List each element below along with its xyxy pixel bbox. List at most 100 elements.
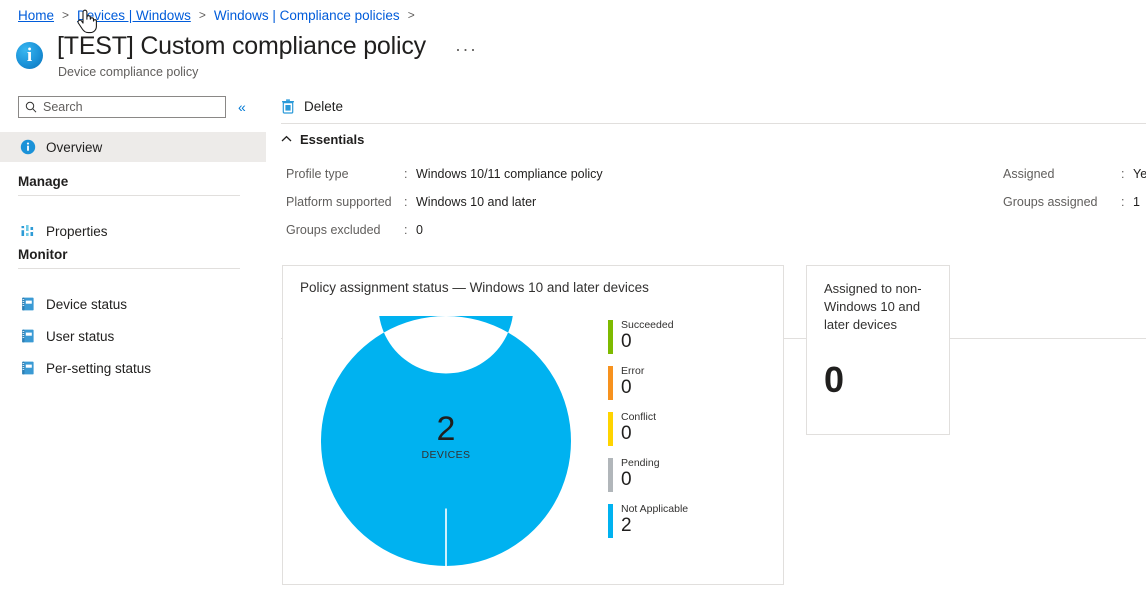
command-bar-divider	[281, 123, 1146, 124]
command-bar: Delete	[266, 90, 1146, 122]
legend-swatch	[608, 412, 613, 446]
chevron-up-icon	[281, 135, 292, 143]
sidebar-item-device-status[interactable]: Device status	[0, 289, 266, 319]
legend-item-succeeded[interactable]: Succeeded 0	[608, 318, 768, 364]
essentials-colon: :	[1121, 195, 1125, 209]
donut-chart[interactable]: 2 DEVICES	[320, 238, 571, 566]
breadcrumb-separator: >	[62, 8, 70, 22]
essentials-value: Yes	[1133, 167, 1146, 181]
legend-label: Conflict	[621, 411, 657, 423]
assigned-non-windows-card: Assigned to non-Windows 10 and later dev…	[806, 265, 950, 435]
legend-value: 0	[621, 377, 632, 398]
essentials-row-groups-excluded: Groups excluded : 0	[286, 216, 706, 244]
essentials-toggle[interactable]: Essentials	[281, 130, 1146, 148]
essentials-value: 0	[416, 223, 423, 237]
essentials-value: 1	[1133, 195, 1140, 209]
essentials-panel: Essentials Profile type : Windows 10/11 …	[281, 130, 1146, 238]
search-input[interactable]	[43, 100, 211, 114]
non-windows-card-value: 0	[824, 359, 845, 400]
page-header: i [TEST] Custom compliance policy ··· De…	[16, 32, 1116, 84]
legend-swatch	[608, 320, 613, 354]
essentials-right-column: Assigned : Yes Groups assigned : 1	[1003, 160, 1146, 216]
delete-button-label: Delete	[304, 98, 344, 114]
sidebar-item-overview[interactable]: Overview	[0, 132, 266, 162]
info-glyph: i	[26, 44, 33, 66]
legend-value: 0	[621, 331, 632, 352]
page-subtitle: Device compliance policy	[58, 65, 199, 79]
legend-item-not-applicable[interactable]: Not Applicable 2	[608, 502, 768, 548]
essentials-row-platform-supported: Platform supported : Windows 10 and late…	[286, 188, 706, 216]
essentials-colon: :	[1121, 167, 1125, 181]
essentials-value: Windows 10 and later	[416, 195, 537, 209]
legend-value: 0	[621, 423, 632, 444]
essentials-title: Essentials	[300, 131, 365, 147]
legend-item-error[interactable]: Error 0	[608, 364, 768, 410]
sidebar-group-title: Manage	[18, 174, 69, 189]
main-content: Delete Essentials Profile type : Windows…	[266, 90, 1146, 601]
legend-swatch	[608, 504, 613, 538]
essentials-key: Platform supported	[286, 195, 392, 209]
essentials-colon: :	[404, 223, 408, 237]
collapse-sidebar-button[interactable]: «	[238, 100, 246, 114]
legend-label: Pending	[621, 457, 660, 469]
sidebar-search-row: «	[18, 95, 258, 119]
delete-button[interactable]: Delete	[266, 92, 353, 120]
sidebar-group-monitor: Monitor	[18, 247, 240, 269]
policy-assignment-status-card: Policy assignment status — Windows 10 an…	[282, 238, 784, 585]
chart-title: Policy assignment status — Windows 10 an…	[300, 280, 649, 295]
legend-swatch	[608, 366, 613, 400]
donut-center-label: DEVICES	[421, 449, 471, 461]
breadcrumb: Home > Devices | Windows > Windows | Com…	[18, 5, 423, 25]
essentials-row-assigned: Assigned : Yes	[1003, 160, 1146, 188]
divider	[18, 195, 240, 196]
info-circle-icon	[18, 138, 38, 156]
essentials-key: Groups excluded	[286, 223, 381, 237]
breadcrumb-item-home[interactable]: Home	[18, 8, 54, 23]
legend-label: Error	[621, 365, 645, 377]
essentials-colon: :	[404, 167, 408, 181]
sidebar-group-title: Monitor	[18, 247, 68, 262]
search-icon	[19, 101, 43, 113]
legend-value: 2	[621, 515, 632, 536]
legend-label: Not Applicable	[621, 503, 689, 515]
non-windows-card-title: Assigned to non-Windows 10 and later dev…	[824, 281, 922, 332]
search-box[interactable]	[18, 96, 226, 118]
breadcrumb-separator: >	[198, 8, 206, 22]
legend-item-pending[interactable]: Pending 0	[608, 456, 768, 502]
essentials-key: Assigned	[1003, 167, 1055, 181]
sidebar-item-label: Device status	[46, 296, 128, 312]
sidebar-item-label: User status	[46, 328, 115, 344]
breadcrumb-item-windows-compliance-policies[interactable]: Windows | Compliance policies	[214, 8, 400, 23]
sidebar: « Overview Manage Properties	[0, 90, 266, 601]
divider	[18, 268, 240, 269]
sidebar-item-label: Per-setting status	[46, 360, 152, 376]
sidebar-item-user-status[interactable]: User status	[0, 321, 266, 351]
sidebar-item-label: Overview	[46, 139, 103, 155]
sidebar-item-properties[interactable]: Properties	[0, 216, 266, 246]
breadcrumb-item-devices-windows[interactable]: Devices | Windows	[77, 8, 191, 23]
page-title: [TEST] Custom compliance policy	[57, 32, 426, 60]
sidebar-item-per-setting-status[interactable]: Per-setting status	[0, 353, 266, 383]
essentials-row-groups-assigned: Groups assigned : 1	[1003, 188, 1146, 216]
legend-swatch	[608, 458, 613, 492]
report-icon	[18, 295, 38, 313]
legend-label: Succeeded	[621, 319, 674, 331]
report-icon	[18, 327, 38, 345]
essentials-row-profile-type: Profile type : Windows 10/11 compliance …	[286, 160, 706, 188]
chart-legend: Succeeded 0 Error 0 Conflict 0 Pending 0…	[608, 318, 768, 548]
essentials-colon: :	[404, 195, 408, 209]
breadcrumb-separator: >	[407, 8, 415, 22]
info-circle-icon: i	[16, 42, 43, 69]
sidebar-group-manage: Manage	[18, 174, 240, 196]
essentials-key: Profile type	[286, 167, 349, 181]
sliders-icon	[18, 222, 38, 240]
report-icon	[18, 359, 38, 377]
essentials-left-column: Profile type : Windows 10/11 compliance …	[286, 160, 706, 244]
donut-center-value: 2	[436, 410, 456, 448]
trash-icon	[280, 98, 296, 114]
sidebar-item-label: Properties	[46, 223, 108, 239]
essentials-key: Groups assigned	[1003, 195, 1098, 209]
essentials-value: Windows 10/11 compliance policy	[416, 167, 603, 181]
legend-item-conflict[interactable]: Conflict 0	[608, 410, 768, 456]
more-options-button[interactable]: ···	[455, 39, 477, 59]
